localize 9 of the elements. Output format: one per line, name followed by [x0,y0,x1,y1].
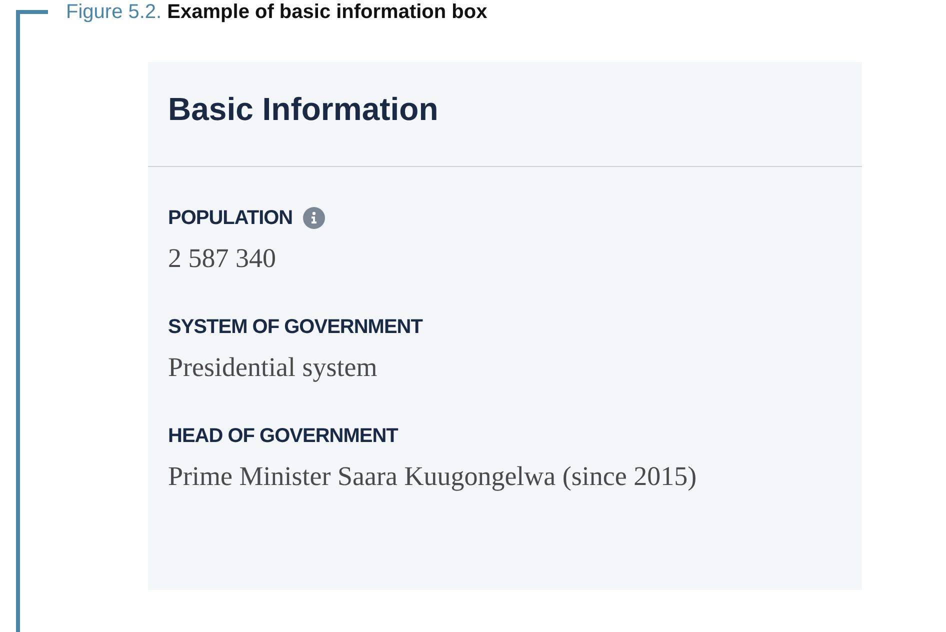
figure-caption: Figure 5.2. Example of basic information box [66,0,488,25]
field-label: POPULATION [168,206,293,230]
field-label: SYSTEM OF GOVERNMENT [168,316,422,338]
field-label: HEAD OF GOVERNMENT [168,424,398,448]
field-value: Presidential system [168,352,378,383]
info-icon[interactable] [302,207,325,229]
card-title: Basic Information [168,90,440,129]
field-value: Prime Minister Saara Kuugongelwa (since 2015) [168,461,698,492]
field-value: 2 587 340 [168,243,277,274]
